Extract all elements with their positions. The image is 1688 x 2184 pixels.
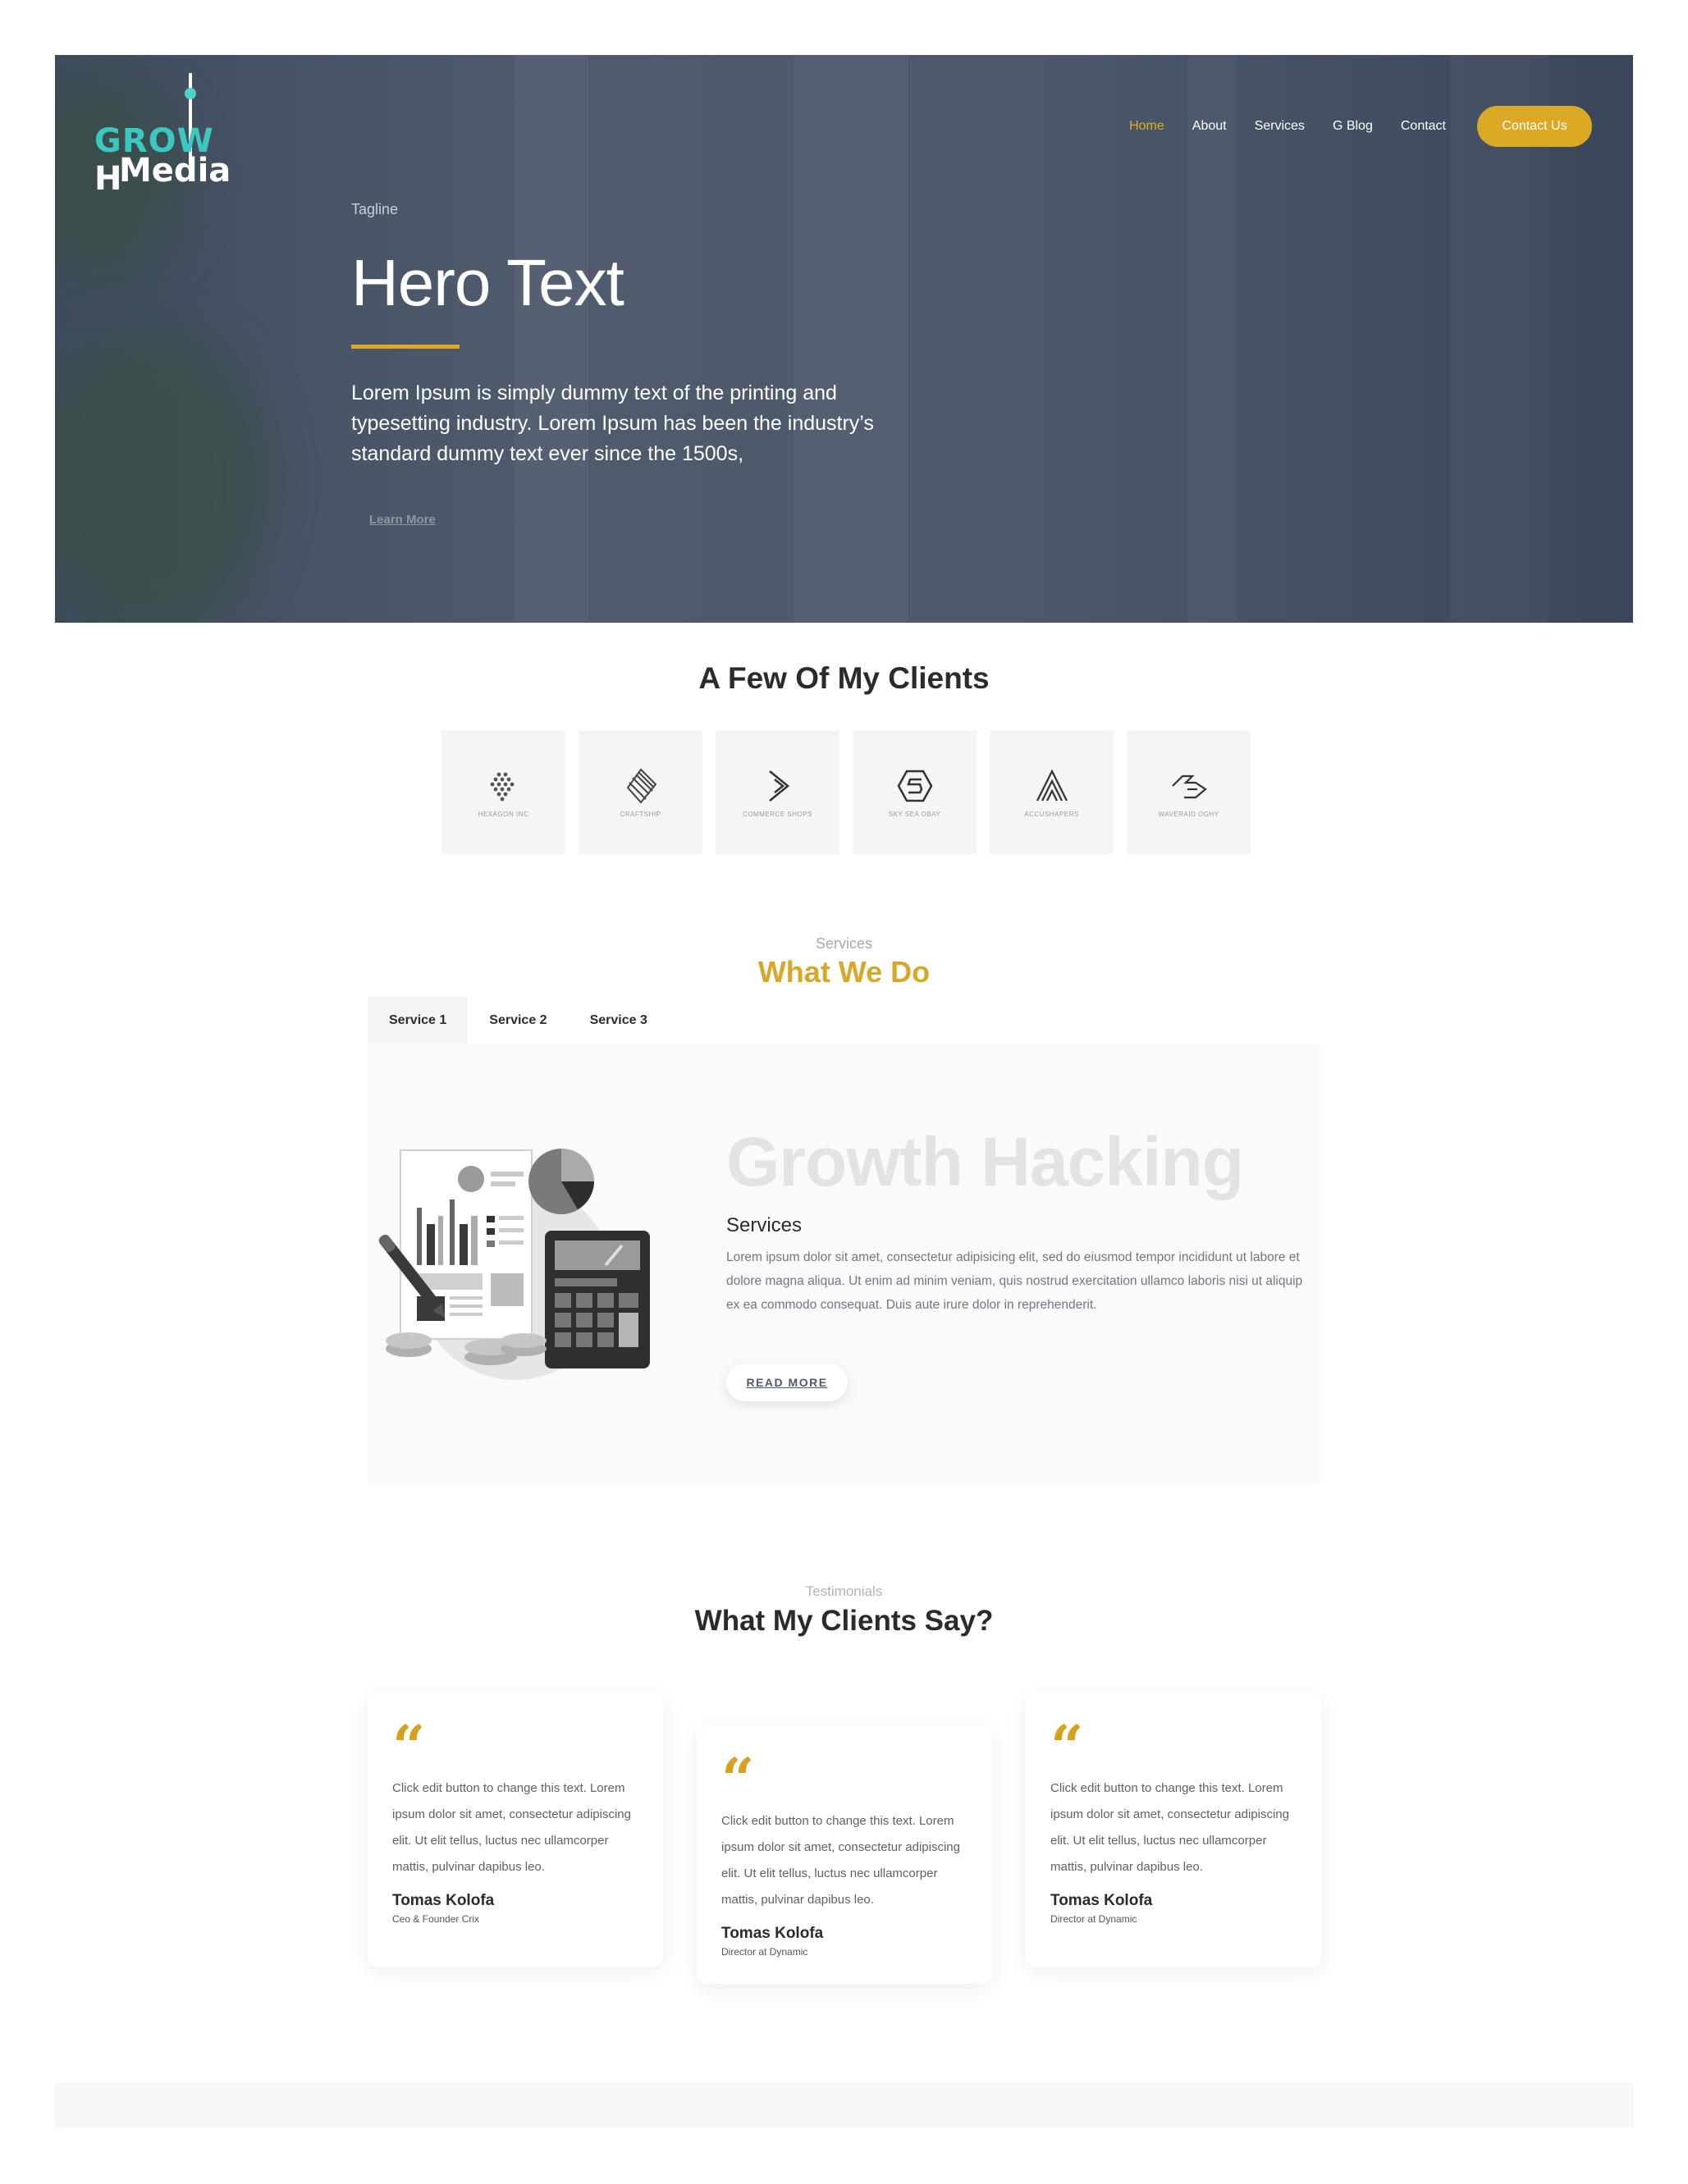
quote-icon: “ [1050, 1712, 1084, 1780]
clients-title: A Few Of My Clients [698, 661, 990, 695]
site-logo[interactable]: GROWH Media [94, 73, 231, 198]
nav-home[interactable]: Home [1129, 119, 1164, 134]
nav-contact[interactable]: Contact [1401, 119, 1446, 134]
nav-about[interactable]: About [1192, 119, 1227, 134]
footer-bar [55, 2082, 1633, 2128]
testimonial-author: Tomas Kolofa [392, 1892, 495, 1909]
service-description: Lorem ipsum dolor sit amet, consectetur … [726, 1250, 1303, 1312]
testimonial-author: Tomas Kolofa [1050, 1892, 1153, 1909]
clients-logo-row: HEXAGON INC CRAFTSHIP COMMERCE SHOPS SKY… [441, 730, 1251, 854]
client-logo-card[interactable]: SKY SEA OBAY [853, 730, 977, 854]
service-big-title: Growth Hacking [726, 1123, 1244, 1200]
hero-description: Lorem Ipsum is simply dummy text of the … [351, 382, 874, 465]
testimonial-text: Click edit button to change this text. L… [392, 1781, 631, 1874]
striped-diamond-icon [626, 768, 656, 804]
testimonial-card: “ Click edit button to change this text.… [697, 1726, 992, 1984]
contact-us-button[interactable]: Contact Us [1477, 106, 1592, 147]
learn-more-button[interactable]: Learn More [369, 513, 436, 527]
tab-service-1[interactable]: Service 1 [368, 997, 469, 1044]
hero-plant-blur [55, 326, 268, 623]
services-tabs: Service 1 Service 2 Service 3 [368, 997, 669, 1044]
testimonial-role: Ceo & Founder Crix [392, 1913, 480, 1925]
read-more-button[interactable]: READ MORE [726, 1364, 848, 1401]
service-subtitle: Services [726, 1214, 803, 1236]
services-tab-panel: Growth Hacking Services Lorem ipsum dolo… [368, 1044, 1320, 1485]
nav-services[interactable]: Services [1255, 119, 1305, 134]
quote-icon: “ [721, 1745, 755, 1813]
testimonial-card: “ Click edit button to change this text.… [1026, 1693, 1321, 1967]
client-logo-card[interactable]: HEXAGON INC [441, 730, 565, 854]
services-title: What We Do [757, 955, 931, 989]
client-logo-card[interactable]: COMMERCE SHOPS [716, 730, 839, 854]
testimonial-author: Tomas Kolofa [721, 1925, 824, 1942]
finance-illustration [378, 1149, 650, 1380]
tab-service-3[interactable]: Service 3 [569, 997, 669, 1044]
dots-hexagon-icon [490, 772, 514, 802]
services-eyebrow: Services [815, 935, 873, 952]
testimonial-text: Click edit button to change this text. L… [1050, 1781, 1289, 1874]
client-name: WAVERAID OGHY [1158, 811, 1219, 818]
testimonial-text: Click edit button to change this text. L… [721, 1814, 960, 1907]
testimonials-eyebrow: Testimonials [805, 1583, 883, 1599]
s-hexagon-icon [897, 770, 932, 802]
nav-blog[interactable]: G Blog [1333, 119, 1373, 134]
tab-service-2[interactable]: Service 2 [468, 997, 568, 1044]
client-logo-card[interactable]: ACCUSHAPERS [990, 730, 1114, 854]
client-name: CRAFTSHIP [620, 811, 661, 818]
triangle-peaks-icon [1036, 769, 1068, 802]
main-nav: Home About Services G Blog Contact Conta… [1101, 106, 1592, 147]
arrow-chevron-icon [768, 770, 789, 802]
hero-tagline: Tagline [351, 201, 399, 217]
client-name: COMMERCE SHOPS [743, 811, 812, 818]
folded-arrows-icon [1171, 774, 1207, 799]
testimonial-role: Director at Dynamic [1050, 1913, 1137, 1925]
hero-section: GROWH Media Home About Services G Blog C… [55, 55, 1633, 623]
client-name: ACCUSHAPERS [1024, 811, 1079, 818]
logo-text-media: Media [119, 152, 231, 190]
hero-background-stripe [515, 55, 588, 623]
hero-title: Hero Text [351, 246, 624, 319]
testimonial-role: Director at Dynamic [721, 1946, 808, 1958]
logo-tower-cap-icon [185, 88, 196, 99]
client-name: HEXAGON INC [478, 811, 529, 818]
quote-icon: “ [392, 1712, 426, 1780]
hero-background-stripe [794, 55, 908, 623]
testimonial-card: “ Click edit button to change this text.… [368, 1693, 663, 1967]
client-name: SKY SEA OBAY [888, 811, 941, 818]
testimonials-title: What My Clients Say? [694, 1605, 994, 1637]
hero-divider [351, 345, 460, 349]
client-logo-card[interactable]: WAVERAID OGHY [1127, 730, 1251, 854]
client-logo-card[interactable]: CRAFTSHIP [579, 730, 702, 854]
